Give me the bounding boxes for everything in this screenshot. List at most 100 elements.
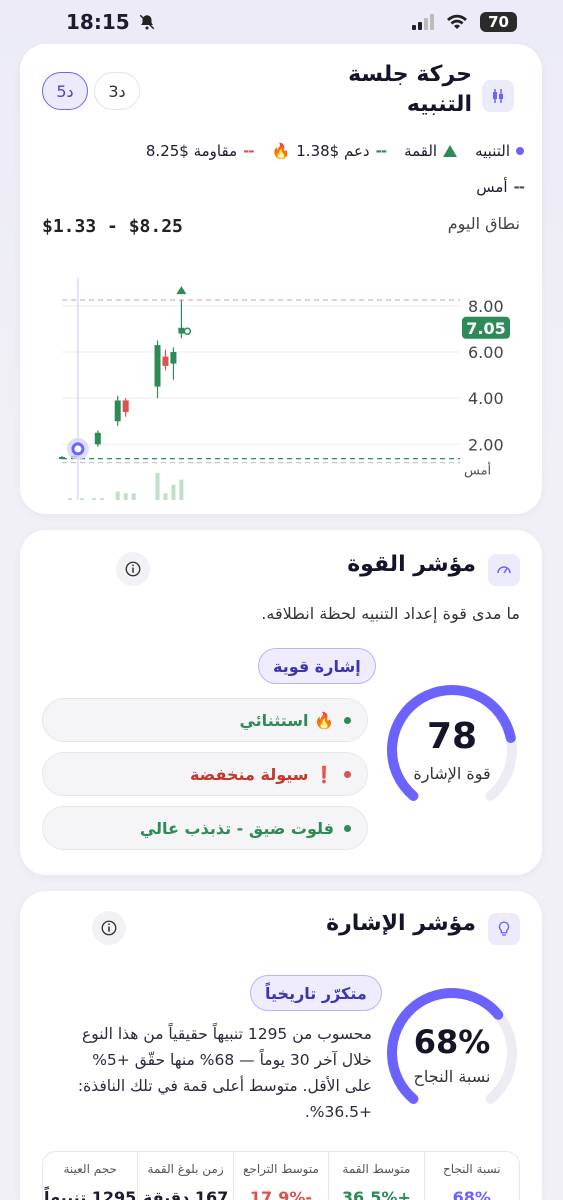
speedometer-icon [488, 554, 520, 586]
strong-signal-badge: إشارة قوية [258, 648, 376, 684]
candle-body [94, 432, 101, 445]
legend-resistance: -- مقاومة $8.25 [145, 142, 255, 160]
day-range-value: $1.33 - $8.25 [42, 216, 183, 237]
clock: 18:15 [66, 10, 130, 34]
stat-value: 167 دقيقة [142, 1188, 229, 1200]
historical-badge: متكرّر تاريخياً [250, 975, 382, 1011]
strength-gauge: 78 قوة الإشارة [382, 680, 522, 820]
fire-icon: 🔥 [271, 142, 291, 160]
pill-low-float-label: فلوت ضيق - تذبذب عالي [139, 818, 334, 838]
chart-legend-row2: -- أمس [476, 178, 525, 196]
chart-legend: التنبيه القمة -- دعم $1.38 🔥 -- مقاومة $… [146, 142, 524, 160]
legend-support-label: دعم $1.38 [296, 142, 370, 160]
strength-gauge-label: قوة الإشارة [413, 764, 491, 783]
day-range-label: نطاق اليوم [447, 214, 520, 233]
signal-title: مؤشر الإشارة [326, 911, 476, 936]
stats-table: نسبة النجاح 68% متوسط القمة +36.5% متوسط… [42, 1151, 520, 1200]
legend-alert: التنبيه [475, 142, 524, 160]
candle-body [122, 400, 129, 412]
candle-body [162, 356, 169, 366]
yesterday-dash-icon: -- [513, 178, 525, 196]
timeframe-3m-button[interactable]: د3 [94, 72, 140, 110]
status-icons: 70 [412, 12, 517, 32]
volume-bar [67, 498, 72, 500]
success-gauge: 68% نسبة النجاح [382, 983, 522, 1123]
status-bar: 18:15 70 [0, 0, 563, 44]
stat-value: -17.9% [249, 1188, 313, 1200]
y-tick-label: 8.00 [468, 297, 504, 316]
peak-triangle-icon [443, 145, 458, 157]
pill-dot-icon [344, 716, 351, 724]
candle-body [114, 400, 121, 422]
y-tick-label: 6.00 [468, 343, 504, 362]
pill-dot-icon [344, 770, 351, 778]
pill-low-liquidity: ❗ سيولة منخفضة [42, 752, 368, 796]
chart-title-line2: التنبيه [406, 92, 472, 117]
volume-bar [155, 472, 160, 500]
volume-bar [99, 498, 104, 500]
pill-exceptional: 🔥 استثنائي [42, 698, 368, 742]
strength-subtitle: ما مدى قوة إعداد التنبيه لحظة انطلاقه. [261, 604, 520, 623]
signal-indicator-card: مؤشر الإشارة متكرّر تاريخياً محسوب من 12… [20, 891, 542, 1200]
volume-bar [131, 493, 136, 500]
candle-body [154, 345, 161, 387]
pill-low-liquidity-label: ❗ سيولة منخفضة [189, 764, 334, 784]
yesterday-axis-label: أمس [464, 462, 491, 479]
stat-sample-size: حجم العينة 1295 تنبيهاً [43, 1152, 137, 1200]
candle-body [59, 457, 65, 459]
alert-marker [71, 442, 85, 456]
stat-success-rate: نسبة النجاح 68% [423, 1152, 519, 1200]
stat-header: حجم العينة [63, 1162, 117, 1176]
y-tick-label: 2.00 [468, 435, 504, 454]
volume-bar [91, 498, 96, 500]
strength-indicator-card: مؤشر القوة ما مدى قوة إعداد التنبيه لحظة… [20, 530, 542, 875]
support-dash-icon: -- [375, 142, 387, 160]
legend-support: -- دعم $1.38 🔥 [271, 142, 388, 160]
signal-description: محسوب من 1295 تنبيهاً حقيقياً من هذا الن… [77, 1025, 372, 1121]
stat-value: 1295 تنبيهاً [44, 1188, 137, 1200]
lightbulb-icon [488, 913, 520, 945]
alert-dot-icon [516, 147, 524, 155]
candle-body [178, 327, 185, 334]
candlestick-chart[interactable]: 2.004.006.008.0009:3011:0013:0015:00أمس7… [20, 244, 542, 504]
resistance-dash-icon: -- [243, 142, 254, 160]
timeframe-5m-button[interactable]: د5 [42, 72, 88, 110]
stat-header: زمن بلوغ القمة [147, 1162, 224, 1176]
stat-value: 68% [452, 1188, 491, 1200]
volume-bar [79, 498, 84, 500]
success-gauge-value: 68% [413, 1023, 491, 1061]
legend-peak: القمة [404, 142, 458, 160]
legend-peak-label: القمة [404, 142, 438, 160]
y-tick-label: 4.00 [468, 389, 504, 408]
current-price-label: 7.05 [466, 319, 505, 338]
pill-exceptional-label: 🔥 استثنائي [239, 710, 334, 730]
peak-marker [176, 286, 187, 295]
current-price-marker [183, 327, 192, 335]
stat-avg-peak: متوسط القمة +36.5% [328, 1152, 423, 1200]
strength-title: مؤشر القوة [347, 552, 476, 577]
stat-header: متوسط التراجع [243, 1162, 319, 1176]
bell-mute-icon [139, 14, 154, 30]
volume-bar [171, 484, 176, 500]
stat-time-to-peak: زمن بلوغ القمة 167 دقيقة [137, 1152, 232, 1200]
volume-bar [123, 493, 128, 500]
success-gauge-label: نسبة النجاح [413, 1067, 491, 1086]
strength-info-icon[interactable] [116, 552, 150, 586]
stat-header: متوسط القمة [342, 1162, 411, 1176]
pill-dot-icon [344, 824, 351, 832]
legend-resistance-label: مقاومة $8.25 [145, 142, 238, 160]
battery-indicator: 70 [480, 12, 517, 32]
legend-alert-label: التنبيه [475, 142, 510, 160]
status-time: 18:15 [66, 10, 156, 34]
cellular-signal-icon [412, 14, 435, 30]
pill-low-float: فلوت ضيق - تذبذب عالي [42, 806, 368, 850]
chart-title: حركة جلسة التنبيه [348, 60, 472, 120]
session-chart-card: حركة جلسة التنبيه د5 د3 التنبيه القمة --… [20, 44, 542, 514]
stat-avg-drawdown: متوسط التراجع -17.9% [232, 1152, 328, 1200]
candle-body [170, 352, 177, 364]
chart-title-line1: حركة جلسة [348, 62, 472, 87]
stat-value: +36.5% [341, 1188, 411, 1200]
wifi-icon [447, 14, 468, 29]
legend-yesterday: -- أمس [476, 178, 525, 196]
signal-info-icon[interactable] [92, 911, 126, 945]
